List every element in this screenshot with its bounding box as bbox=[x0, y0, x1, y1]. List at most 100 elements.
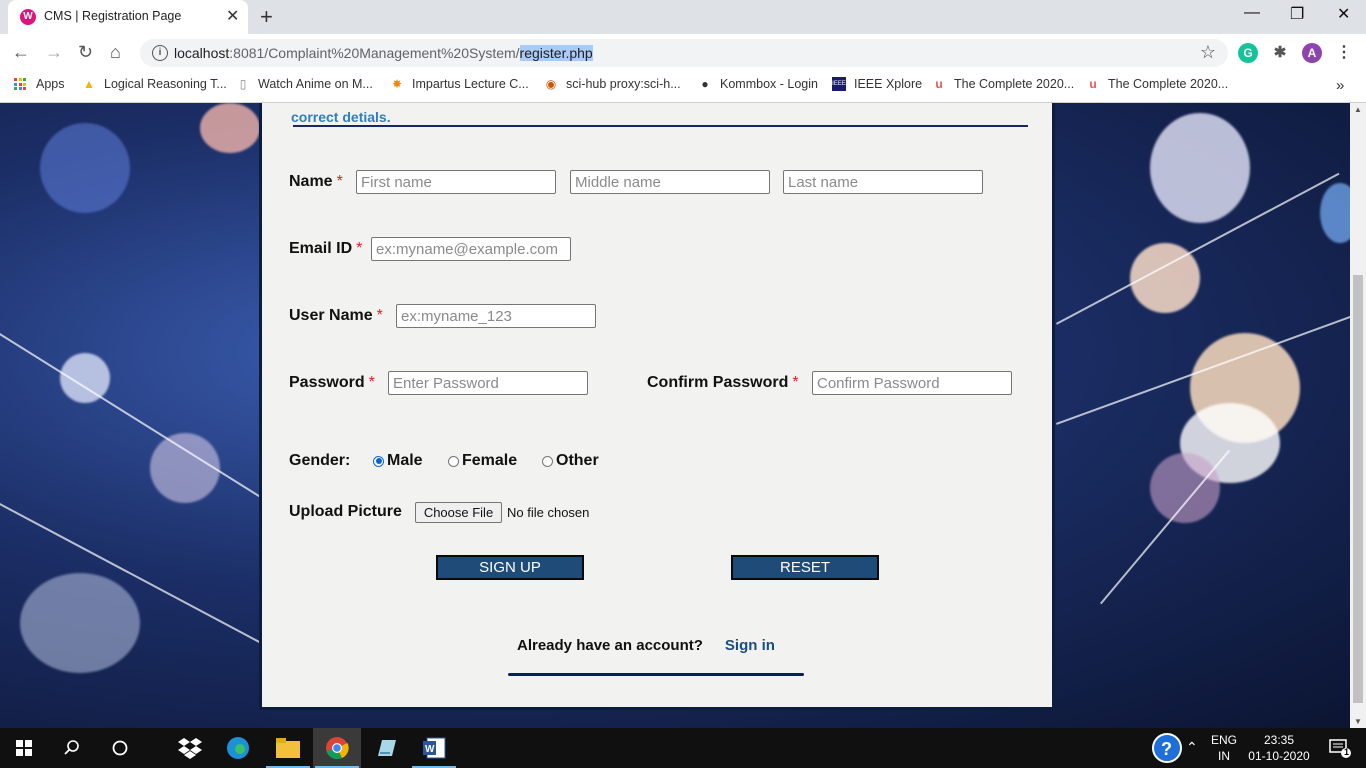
home-icon[interactable]: ⌂ bbox=[110, 42, 121, 63]
extensions-puzzle-icon[interactable]: ✱ bbox=[1270, 43, 1290, 63]
required-mark: * bbox=[792, 374, 799, 391]
sun-icon: ✸ bbox=[391, 77, 403, 91]
url-selected-path: register.php bbox=[519, 45, 593, 61]
username-label: User Name * bbox=[289, 307, 383, 325]
edge-browser-icon[interactable] bbox=[214, 728, 262, 768]
scroll-up-icon[interactable]: ▲ bbox=[1354, 105, 1362, 114]
last-name-input[interactable] bbox=[783, 170, 983, 194]
windows-start-icon[interactable] bbox=[0, 728, 48, 768]
scroll-down-icon[interactable]: ▼ bbox=[1354, 717, 1362, 726]
bookmark-label: The Complete 2020... bbox=[954, 77, 1075, 91]
browser-menu-icon[interactable]: ⋮ bbox=[1334, 43, 1354, 63]
bookmark-label: Logical Reasoning T... bbox=[104, 77, 227, 91]
required-mark: * bbox=[376, 307, 383, 324]
grammarly-extension-icon[interactable]: G bbox=[1238, 43, 1258, 63]
dropbox-icon[interactable] bbox=[166, 728, 214, 768]
bookmark-apps[interactable]: Apps bbox=[14, 77, 65, 91]
minimize-icon[interactable]: — bbox=[1244, 4, 1260, 22]
password-input[interactable] bbox=[388, 371, 588, 395]
search-icon[interactable] bbox=[48, 728, 96, 768]
bookmark-ieee[interactable]: IEEE IEEE Xplore bbox=[832, 77, 922, 91]
upload-picture-label: Upload Picture bbox=[289, 503, 402, 520]
bookmark-udemy-2[interactable]: u The Complete 2020... bbox=[1086, 77, 1228, 91]
region-code: IN bbox=[1218, 749, 1230, 763]
bookmark-star-icon[interactable]: ☆ bbox=[1200, 42, 1216, 63]
chrome-icon[interactable] bbox=[313, 728, 361, 768]
bookmark-sci-hub[interactable]: ◉ sci-hub proxy:sci-h... bbox=[544, 77, 681, 91]
first-name-input[interactable] bbox=[356, 170, 556, 194]
bookmark-label: Apps bbox=[36, 77, 65, 91]
required-mark: * bbox=[356, 240, 363, 257]
username-input[interactable] bbox=[396, 304, 596, 328]
required-mark: * bbox=[368, 374, 375, 391]
gender-radio-male[interactable]: Male bbox=[373, 452, 423, 470]
confirm-password-label: Confirm Password * bbox=[647, 374, 799, 392]
word-icon[interactable]: W bbox=[410, 728, 458, 768]
url-path: :8081/Complaint%20Management%20System/ bbox=[229, 45, 520, 61]
bookmark-udemy-1[interactable]: u The Complete 2020... bbox=[932, 77, 1074, 91]
page-scrollbar[interactable]: ▲ ▼ bbox=[1350, 103, 1366, 728]
reset-button[interactable]: RESET bbox=[731, 555, 879, 580]
bookmark-impartus[interactable]: ✸ Impartus Lecture C... bbox=[390, 77, 529, 91]
tab-close-icon[interactable]: ✕ bbox=[226, 6, 239, 26]
svg-text:W: W bbox=[425, 744, 435, 755]
address-bar[interactable]: i localhost:8081/Complaint%20Management%… bbox=[140, 39, 1228, 67]
navigation-bar: ← → ↻ ⌂ i localhost:8081/Complaint%20Man… bbox=[0, 34, 1366, 72]
gender-radio-female[interactable]: Female bbox=[448, 452, 517, 470]
gender-option-label: Male bbox=[387, 452, 423, 469]
profile-avatar[interactable]: A bbox=[1302, 43, 1322, 63]
window-close-icon[interactable]: ✕ bbox=[1337, 4, 1350, 24]
radio-button[interactable] bbox=[542, 455, 553, 467]
notification-center-icon[interactable]: 1 bbox=[1316, 728, 1364, 768]
tray-expand-icon[interactable]: ⌃ bbox=[1186, 739, 1198, 755]
browser-tab[interactable]: W CMS | Registration Page ✕ bbox=[8, 0, 248, 34]
language-indicator[interactable]: ENG IN bbox=[1208, 732, 1240, 764]
bookmarks-overflow-icon[interactable]: » bbox=[1336, 77, 1344, 94]
bookmark-label: Impartus Lecture C... bbox=[412, 77, 529, 91]
sign-in-link[interactable]: Sign in bbox=[725, 637, 775, 654]
middle-name-input[interactable] bbox=[570, 170, 770, 194]
password-label-text: Password bbox=[289, 374, 365, 391]
choose-file-button[interactable]: Choose File bbox=[415, 502, 502, 523]
name-label: Name * bbox=[289, 173, 343, 191]
eye-icon: ◉ bbox=[545, 77, 557, 91]
radio-button[interactable] bbox=[448, 455, 459, 467]
clock[interactable]: 23:35 01-10-2020 bbox=[1244, 732, 1314, 764]
app-notes-icon[interactable] bbox=[362, 728, 410, 768]
tab-title: CMS | Registration Page bbox=[44, 9, 182, 23]
notification-count-badge: 1 bbox=[1344, 747, 1350, 757]
scroll-thumb[interactable] bbox=[1353, 275, 1363, 703]
site-info-icon[interactable]: i bbox=[152, 45, 168, 61]
reload-icon[interactable]: ↻ bbox=[78, 42, 93, 63]
help-icon[interactable]: ? bbox=[1143, 728, 1191, 768]
restore-icon[interactable]: ❐ bbox=[1290, 4, 1304, 24]
clock-time: 23:35 bbox=[1263, 733, 1295, 747]
new-tab-icon[interactable]: + bbox=[260, 4, 273, 30]
back-icon[interactable]: ← bbox=[12, 42, 30, 63]
bookmark-logical-reasoning[interactable]: ▲ Logical Reasoning T... bbox=[82, 77, 227, 91]
form-note: correct detials. bbox=[291, 109, 391, 125]
file-explorer-icon[interactable] bbox=[264, 728, 312, 768]
udemy-icon: u bbox=[1089, 77, 1097, 91]
confirm-password-input[interactable] bbox=[812, 371, 1012, 395]
name-label-text: Name bbox=[289, 173, 333, 190]
gender-radio-other[interactable]: Other bbox=[542, 452, 599, 470]
tab-favicon-icon: W bbox=[20, 9, 36, 25]
url-host: localhost bbox=[174, 45, 230, 61]
required-mark: * bbox=[336, 173, 343, 190]
bookmark-watch-anime[interactable]: ▯ Watch Anime on M... bbox=[236, 77, 373, 91]
bookmark-label: sci-hub proxy:sci-h... bbox=[566, 77, 681, 91]
cortana-icon[interactable] bbox=[96, 728, 144, 768]
bookmark-kommbox[interactable]: ● Kommbox - Login bbox=[698, 77, 818, 91]
sign-up-button[interactable]: SIGN UP bbox=[436, 555, 584, 580]
ieee-icon: IEEE bbox=[832, 77, 846, 91]
gender-option-label: Other bbox=[556, 452, 599, 469]
udemy-icon: u bbox=[935, 77, 943, 91]
forward-icon[interactable]: → bbox=[45, 42, 63, 63]
url-text[interactable]: localhost:8081/Complaint%20Management%20… bbox=[174, 45, 593, 61]
radio-button-checked[interactable] bbox=[373, 455, 384, 467]
username-label-text: User Name bbox=[289, 307, 373, 324]
windows-taskbar: W ? ⌃ ENG IN 23:35 01-10-2020 1 bbox=[0, 728, 1366, 768]
email-input[interactable] bbox=[371, 237, 571, 261]
email-label: Email ID * bbox=[289, 240, 362, 258]
